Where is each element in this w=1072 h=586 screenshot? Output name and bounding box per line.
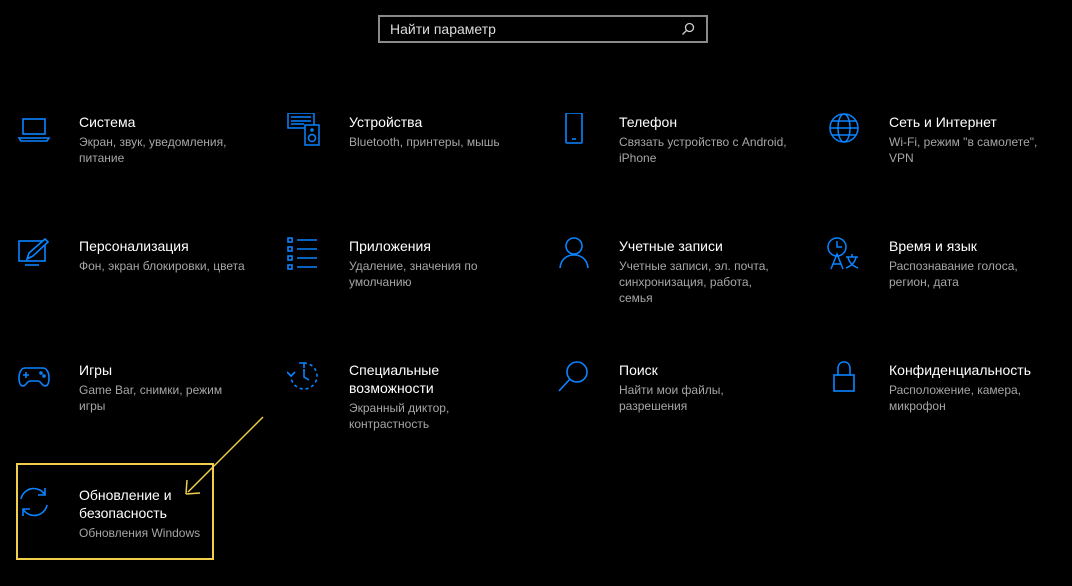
settings-page: Система Экран, звук, уведомления, питани… bbox=[0, 0, 1072, 586]
annotation-arrow bbox=[185, 416, 264, 495]
